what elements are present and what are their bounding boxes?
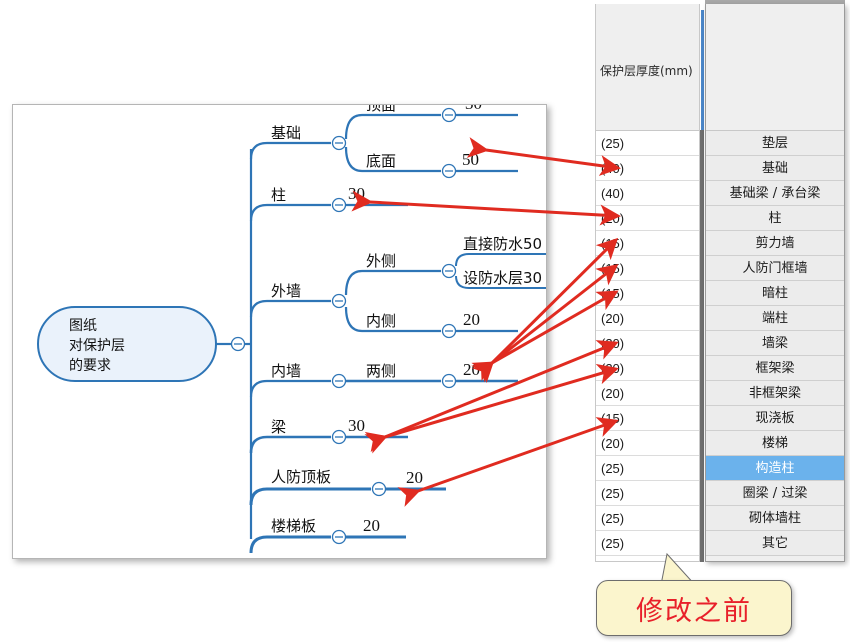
component-cell[interactable]: 墙梁 [706,331,844,356]
component-cell[interactable]: 暗柱 [706,281,844,306]
component-cell[interactable]: 柱 [706,206,844,231]
component-cell[interactable]: 框架梁 [706,356,844,381]
value-4: 30 [348,416,365,435]
thickness-cell[interactable]: (20) [596,356,699,381]
thickness-cell[interactable]: (20) [596,431,699,456]
leaf-2-0-0: 直接防水50 [463,235,542,253]
value-5: 20 [406,468,423,487]
thickness-cell[interactable]: (25) [596,506,699,531]
child-label-0-0: 顶面 [366,105,396,114]
thickness-cell[interactable]: (40) [596,156,699,181]
component-cell[interactable]: 基础梁 / 承台梁 [706,181,844,206]
branch-label-4: 梁 [271,418,286,436]
child-label-2-0: 外侧 [366,252,396,270]
mindmap-panel[interactable]: 图纸 对保护层 的要求 基础 顶面 30 底面 50 柱 [12,104,547,559]
thickness-cell[interactable]: (25) [596,481,699,506]
component-column-header [706,4,844,131]
value-0-0: 30 [465,105,482,113]
branch-label-2: 外墙 [271,282,301,300]
branch-label-5: 人防顶板 [271,468,331,486]
thickness-cell[interactable]: (15) [596,406,699,431]
callout-label: 修改之前 [636,595,752,627]
thickness-cell[interactable]: (40) [596,181,699,206]
thickness-cell[interactable]: (25) [596,131,699,156]
callout-box: 修改之前 [596,580,792,636]
thickness-cell[interactable]: (15) [596,256,699,281]
branch-label-1: 柱 [271,186,286,204]
child-label-2-1: 内侧 [366,312,396,330]
thickness-cell-list: (25) (40) (40) (20) (15) (15) (15) (20) (20) (20)… [596,131,699,556]
thickness-cell[interactable]: (20) [596,306,699,331]
thickness-cell[interactable]: (15) [596,231,699,256]
component-cell[interactable]: 剪力墙 [706,231,844,256]
center-line-1: 图纸 [69,318,97,334]
component-cell[interactable]: 基础 [706,156,844,181]
thickness-cell[interactable]: (20) [596,206,699,231]
center-line-2: 对保护层 [69,338,125,354]
component-cell[interactable]: 其它 [706,531,844,556]
thickness-cell[interactable]: (20) [596,331,699,356]
value-0-1: 50 [462,150,479,169]
thickness-cell[interactable]: (15) [596,281,699,306]
thickness-cell[interactable]: (25) [596,456,699,481]
branch-label-0: 基础 [271,124,301,142]
value-3-0: 20 [463,360,480,379]
thickness-column-header: 保护层厚度(mm) [596,4,699,131]
component-cell-selected[interactable]: 构造柱 [706,456,844,481]
mindmap-canvas: 图纸 对保护层 的要求 基础 顶面 30 底面 50 柱 [37,105,546,554]
leaf-2-0-1: 设防水层30 [463,269,542,287]
mindmap-center-node[interactable] [37,306,217,382]
value-6: 20 [363,516,380,535]
component-cell[interactable]: 楼梯 [706,431,844,456]
component-cell[interactable]: 端柱 [706,306,844,331]
component-cell[interactable]: 垫层 [706,131,844,156]
component-cell-list: 垫层 基础 基础梁 / 承台梁柱剪力墙 人防门框墙 暗柱 端柱 墙梁 框架梁 非框架梁 现浇板 楼梯… [706,131,844,556]
child-label-0-1: 底面 [366,152,396,170]
component-cell[interactable]: 人防门框墙 [706,256,844,281]
component-cell[interactable]: 现浇板 [706,406,844,431]
thickness-cell[interactable]: (20) [596,381,699,406]
value-2-1: 20 [463,310,480,329]
branch-label-3: 内墙 [271,362,301,380]
thickness-table[interactable]: 保护层厚度(mm) (25) (40) (40) (20) (15) (15) (15) (2… [595,0,845,566]
thickness-header-label: 保护层厚度(mm) [600,64,693,78]
value-1: 30 [348,184,365,203]
component-column[interactable]: 垫层 基础 基础梁 / 承台梁柱剪力墙 人防门框墙 暗柱 端柱 墙梁 框架梁 非框架梁 现浇板 楼梯… [705,4,845,562]
component-cell[interactable]: 圈梁 / 过梁 [706,481,844,506]
column-divider-blue[interactable] [701,10,704,130]
center-line-3: 的要求 [69,358,111,374]
component-cell[interactable]: 砌体墙柱 [706,506,844,531]
child-label-3-0: 两侧 [366,362,396,380]
column-divider[interactable] [700,130,704,562]
thickness-column[interactable]: 保护层厚度(mm) (25) (40) (40) (20) (15) (15) (15) (2… [595,4,700,562]
branch-label-6: 楼梯板 [271,517,316,535]
component-cell[interactable]: 非框架梁 [706,381,844,406]
